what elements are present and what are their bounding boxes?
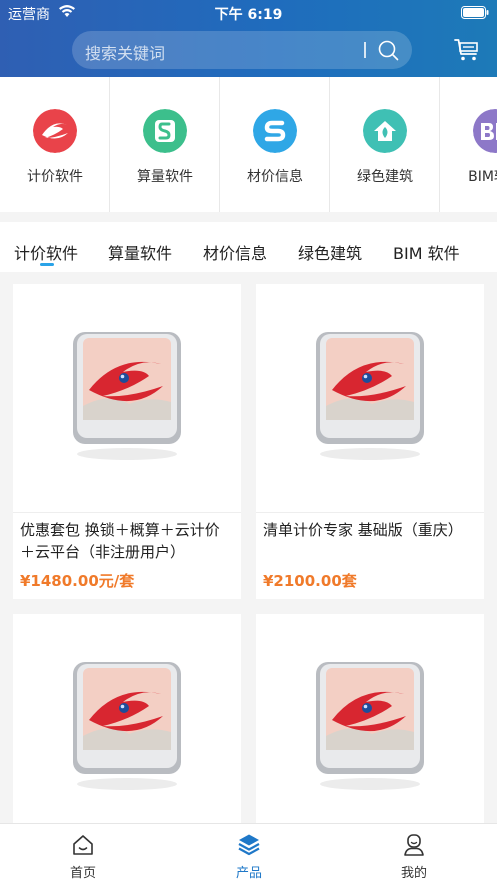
profile-icon	[404, 834, 424, 856]
category-label: 绿色建筑	[357, 169, 413, 185]
tab-bim-software[interactable]: BIM 软件	[393, 240, 460, 264]
category-item-material-price[interactable]: 材价信息	[220, 77, 330, 212]
product-logo-icon	[73, 332, 181, 460]
cart-icon[interactable]	[454, 38, 480, 62]
s-price-icon	[253, 109, 297, 153]
category-label: BIM软件	[468, 169, 497, 185]
category-label: 材价信息	[247, 169, 303, 185]
bim-icon	[473, 109, 497, 153]
search-placeholder: 搜索关键词	[85, 44, 166, 63]
category-label: 算量软件	[137, 169, 193, 185]
category-item-quantity[interactable]: 算量软件	[110, 77, 220, 212]
active-tab-indicator	[40, 263, 54, 266]
product-title: 清单计价专家 基础版（重庆）	[263, 521, 463, 539]
battery-icon	[461, 6, 489, 19]
clock: 下午 6:19	[214, 7, 283, 23]
product-logo-icon	[316, 332, 424, 460]
tab-material-price[interactable]: 材价信息	[203, 240, 267, 264]
category-item-green-building[interactable]: 绿色建筑	[330, 77, 440, 212]
tab-quantity-software[interactable]: 算量软件	[108, 240, 172, 264]
s-logo-icon	[143, 109, 187, 153]
tab-green-building[interactable]: 绿色建筑	[298, 240, 362, 264]
search-input[interactable]: 搜索关键词	[72, 31, 412, 69]
product-cube-icon	[238, 834, 260, 856]
nav-home[interactable]: 首页	[0, 824, 166, 883]
status-bar: 运营商 下午 6:19	[0, 0, 497, 26]
category-item-pricing[interactable]: 计价软件	[0, 77, 110, 212]
home-icon	[73, 835, 93, 855]
product-card[interactable]	[256, 614, 484, 823]
app-header: 运营商 下午 6:19 搜索关键词	[0, 0, 497, 77]
nav-label: 我的	[400, 866, 427, 881]
product-card[interactable]	[13, 614, 241, 823]
product-image	[256, 614, 484, 823]
product-logo-icon	[316, 662, 424, 790]
category-tabs: 计价软件 算量软件 材价信息 绿色建筑 BIM 软件	[0, 222, 497, 272]
e-logo-icon	[33, 109, 77, 153]
product-title: 优惠套包 换锁＋概算＋云计价＋云平台（非注册用户）	[20, 521, 220, 561]
product-image	[256, 284, 484, 512]
category-label: 计价软件	[27, 169, 83, 185]
product-price: ¥2100.00套	[263, 572, 357, 590]
product-card[interactable]: 清单计价专家 基础版（重庆） ¥2100.00套	[256, 284, 484, 599]
product-image	[13, 284, 241, 512]
card-divider	[13, 512, 241, 513]
nav-products[interactable]: 产品	[166, 824, 332, 883]
nav-label: 首页	[69, 866, 96, 881]
product-price: ¥1480.00元/套	[20, 572, 135, 590]
product-card[interactable]: 优惠套包 换锁＋概算＋云计价＋云平台（非注册用户） ¥1480.00元/套	[13, 284, 241, 599]
bottom-nav: 首页 产品 我的	[0, 823, 497, 883]
nav-profile[interactable]: 我的	[331, 824, 497, 883]
tab-pricing-software[interactable]: 计价软件	[14, 240, 78, 264]
category-row: 计价软件 算量软件 材价信息 绿色建筑 BIM软件	[0, 77, 497, 212]
category-item-bim[interactable]: BIM软件	[440, 77, 497, 212]
card-divider	[256, 512, 484, 513]
search-icon[interactable]	[377, 39, 399, 61]
search-divider	[364, 42, 366, 58]
product-image	[13, 614, 241, 823]
product-logo-icon	[73, 662, 181, 790]
nav-label: 产品	[235, 866, 262, 881]
green-house-icon	[363, 109, 407, 153]
